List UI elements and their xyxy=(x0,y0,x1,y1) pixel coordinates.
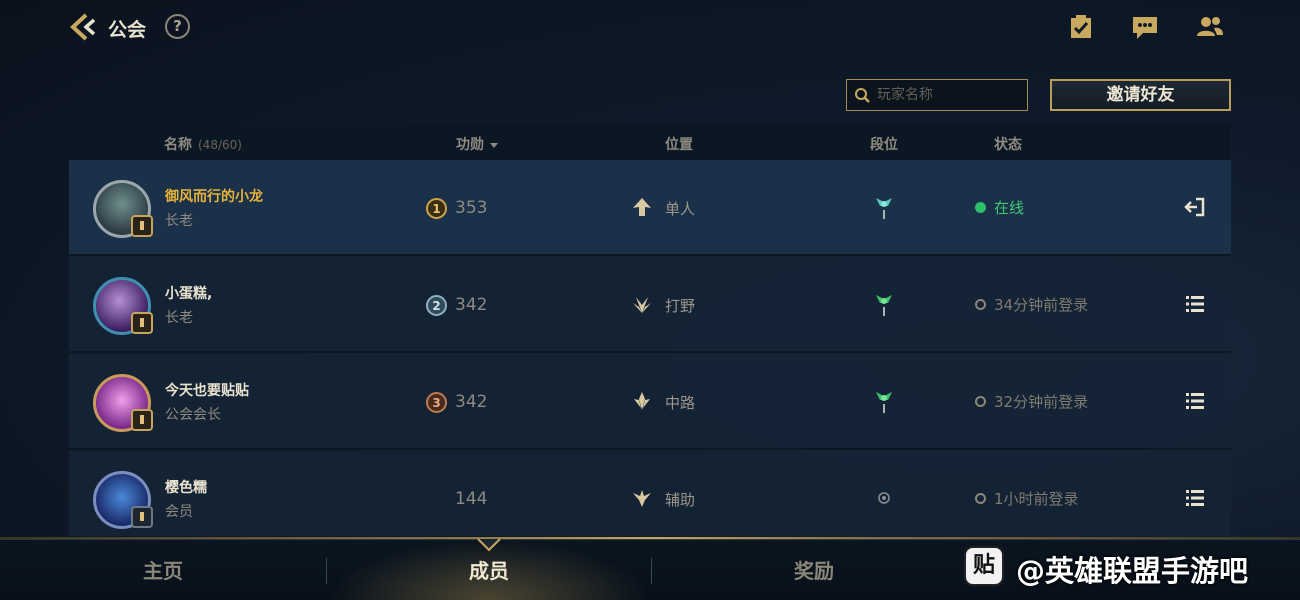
column-status: 状态 xyxy=(994,137,1022,153)
column-name[interactable]: 名称 (48/60) xyxy=(164,134,242,154)
mid-lane-icon xyxy=(634,392,650,410)
tab-rewards[interactable]: 奖励 xyxy=(651,540,977,600)
tier-emblem-icon xyxy=(876,198,892,219)
tier-emblem-icon xyxy=(878,492,890,504)
member-status: 34分钟前登录 xyxy=(994,296,1089,314)
rank-badge-icon xyxy=(131,506,153,528)
member-role: 中路 xyxy=(665,394,696,412)
online-status-icon xyxy=(975,202,986,213)
menu-icon[interactable] xyxy=(1184,390,1206,412)
tier-emblem-icon xyxy=(876,295,892,316)
merit-value: 144 xyxy=(455,489,488,509)
search-input[interactable] xyxy=(877,80,1025,110)
merit-value: 342 xyxy=(455,392,488,412)
offline-status-icon xyxy=(975,493,986,504)
member-title: 长老 xyxy=(165,213,193,229)
merit-value: 353 xyxy=(455,198,488,218)
search-icon xyxy=(855,88,870,103)
merit-value: 342 xyxy=(455,295,488,315)
member-name: 今天也要贴贴 xyxy=(165,383,249,399)
member-title: 公会会长 xyxy=(165,407,221,423)
clipboard-check-icon[interactable] xyxy=(1067,14,1095,40)
tab-home[interactable]: 主页 xyxy=(0,540,326,600)
member-status: 在线 xyxy=(994,199,1025,217)
tieba-logo-icon: 贴 xyxy=(964,546,1004,586)
table-row[interactable]: 今天也要贴贴 公会会长 3 342 中路 32分钟前登录 xyxy=(69,354,1231,450)
table-row[interactable]: 樱色糯 会员 144 辅助 1小时前登录 xyxy=(69,451,1231,536)
friends-icon[interactable] xyxy=(1196,14,1224,40)
member-name: 小蛋糕, xyxy=(165,286,213,302)
table-row[interactable]: 小蛋糕, 长老 2 342 打野 34分钟前登录 xyxy=(69,257,1231,353)
member-name: 樱色糯 xyxy=(165,480,207,496)
rank-badge-icon xyxy=(131,409,153,431)
page-title: 公会 xyxy=(108,19,147,41)
tab-members[interactable]: 成员 xyxy=(326,540,652,600)
member-title: 长老 xyxy=(165,310,193,326)
top-lane-icon xyxy=(633,198,651,216)
top-bar: 公会 ? xyxy=(0,0,1300,56)
merit-rank-badge: 2 xyxy=(426,295,447,316)
column-merit[interactable]: 功勋 xyxy=(456,134,498,154)
rank-badge-icon xyxy=(131,312,153,334)
offline-status-icon xyxy=(975,396,986,407)
tier-emblem-icon xyxy=(876,392,892,413)
merit-rank-badge: 3 xyxy=(426,392,447,413)
menu-icon[interactable] xyxy=(1184,293,1206,315)
member-table: 名称 (48/60) 功勋 位置 段位 状态 御风而行的小龙 长老 1 353 单… xyxy=(69,124,1231,536)
support-icon xyxy=(633,490,651,507)
table-header: 名称 (48/60) 功勋 位置 段位 状态 xyxy=(69,124,1231,160)
help-icon[interactable]: ? xyxy=(165,14,190,39)
column-tier: 段位 xyxy=(870,137,898,153)
column-position: 位置 xyxy=(665,137,693,153)
nav-divider xyxy=(0,537,1300,539)
member-role: 单人 xyxy=(665,200,696,218)
jungle-icon xyxy=(633,297,651,313)
merit-rank-badge: 1 xyxy=(426,198,447,219)
table-row[interactable]: 御风而行的小龙 长老 1 353 单人 在线 xyxy=(69,160,1231,256)
leave-icon[interactable] xyxy=(1184,196,1206,218)
member-name: 御风而行的小龙 xyxy=(165,189,263,205)
member-count: (48/60) xyxy=(198,138,242,152)
member-status: 32分钟前登录 xyxy=(994,393,1089,411)
invite-friends-button[interactable]: 邀请好友 xyxy=(1050,79,1231,111)
player-search[interactable] xyxy=(846,79,1028,111)
sort-desc-icon xyxy=(490,142,498,148)
member-title: 会员 xyxy=(165,504,193,520)
chat-bubble-icon[interactable] xyxy=(1131,14,1159,40)
rank-badge-icon xyxy=(131,215,153,237)
watermark-text: @英雄联盟手游吧 xyxy=(1016,554,1249,588)
member-role: 辅助 xyxy=(665,491,696,509)
member-role: 打野 xyxy=(665,297,696,315)
member-status: 1小时前登录 xyxy=(994,490,1079,508)
back-icon[interactable] xyxy=(68,12,100,42)
menu-icon[interactable] xyxy=(1184,487,1206,509)
offline-status-icon xyxy=(975,299,986,310)
